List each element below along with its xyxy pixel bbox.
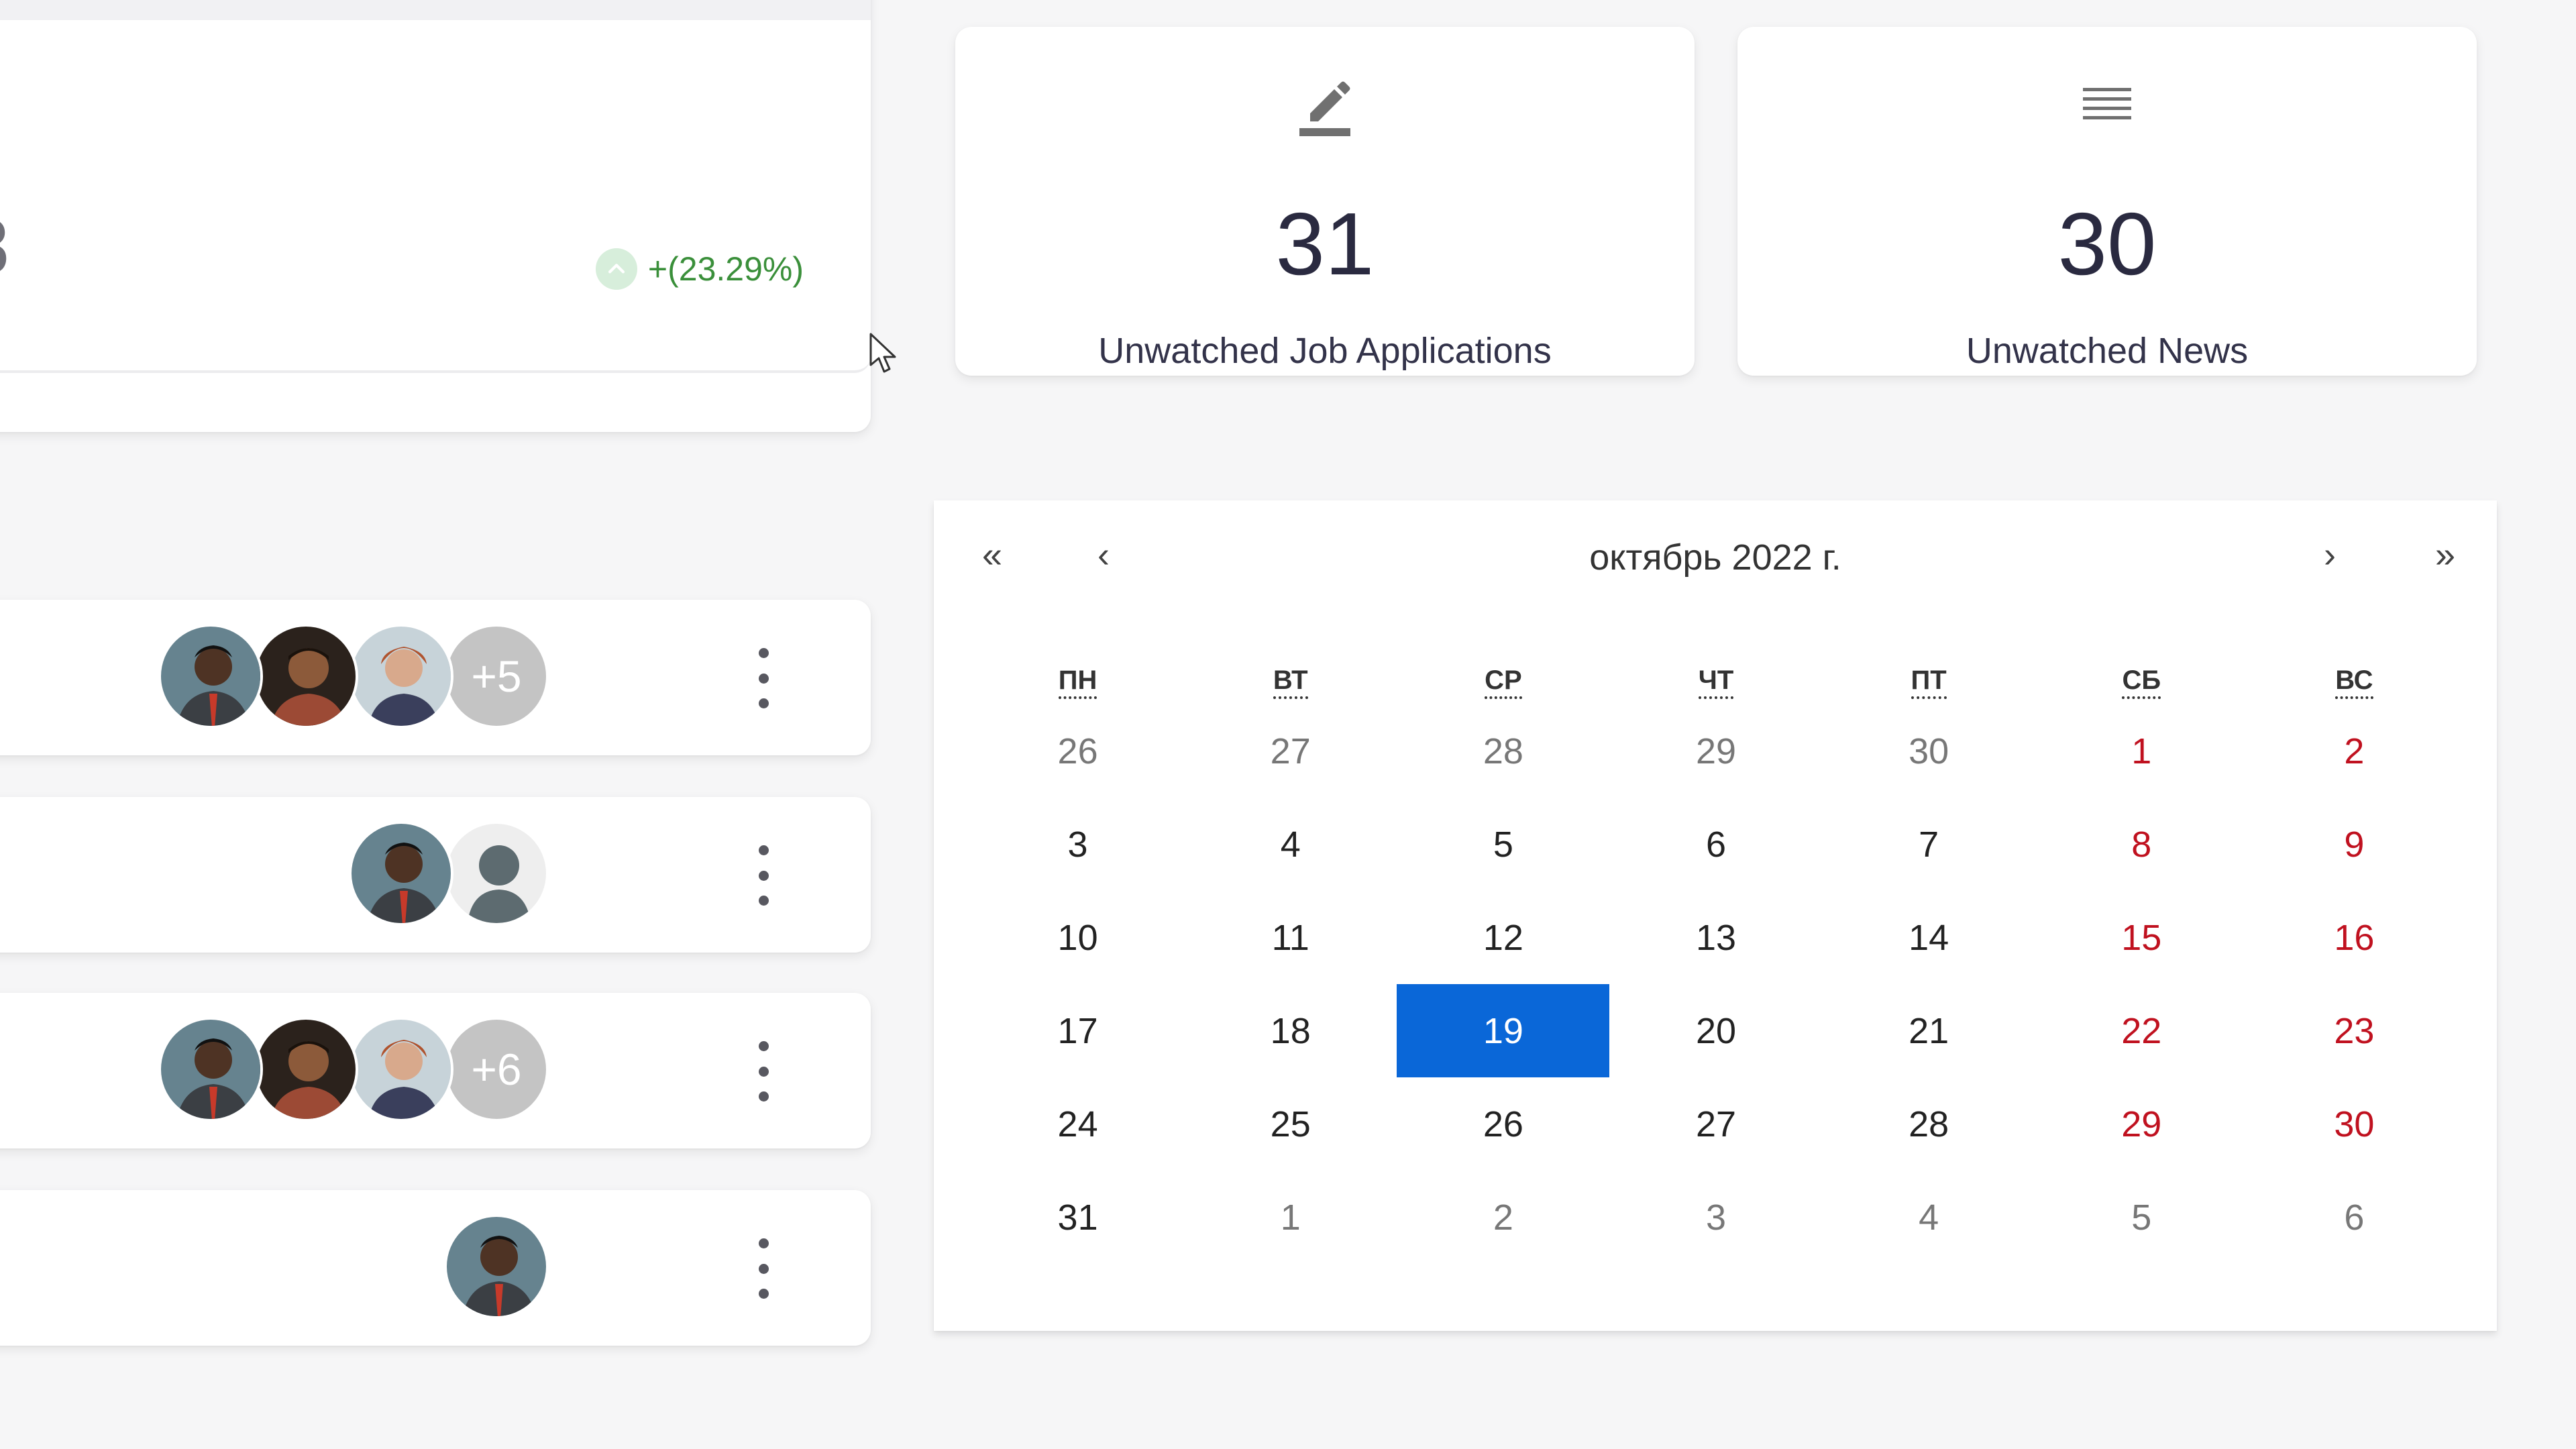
calendar-day[interactable]: 7 — [1823, 798, 2035, 891]
calendar-day[interactable]: 12 — [1397, 891, 1609, 984]
calendar-day[interactable]: 26 — [1397, 1077, 1609, 1171]
calendar-day[interactable]: 22 — [2035, 984, 2248, 1077]
weekday-wed: СР — [1397, 665, 1609, 699]
calendar-day[interactable]: 6 — [1609, 798, 1822, 891]
calendar-day[interactable]: 2 — [2248, 704, 2461, 798]
calendar-day[interactable]: 6 — [2248, 1171, 2461, 1264]
calendar-day[interactable]: 27 — [1609, 1077, 1822, 1171]
calendar-day[interactable]: 8 — [2035, 798, 2248, 891]
news-label: Unwatched News — [1966, 331, 2249, 371]
weekday-fri: ПТ — [1823, 665, 2035, 699]
weekday-sun: ВС — [2248, 665, 2461, 699]
calendar-day[interactable]: 29 — [1609, 704, 1822, 798]
calendar-day[interactable]: 3 — [971, 798, 1184, 891]
weekday-mon: ПН — [971, 665, 1184, 699]
calendar-day[interactable]: 1 — [2035, 704, 2248, 798]
more-options-button[interactable] — [743, 1041, 784, 1102]
avatar — [254, 1017, 358, 1122]
calendar-day[interactable]: 5 — [2035, 1171, 2248, 1264]
calendar-day[interactable]: 2 — [1397, 1171, 1609, 1264]
calendar-day[interactable]: 5 — [1397, 798, 1609, 891]
more-members-badge[interactable]: +5 — [444, 624, 549, 729]
calendar-day[interactable]: 4 — [1184, 798, 1397, 891]
calendar-day[interactable]: 23 — [2248, 984, 2461, 1077]
more-options-button[interactable] — [743, 845, 784, 906]
avatar — [349, 1017, 453, 1122]
next-month-button[interactable]: › — [2324, 534, 2336, 576]
calendar-day[interactable]: 20 — [1609, 984, 1822, 1077]
news-count: 30 — [2057, 195, 2157, 293]
calendar-day[interactable]: 28 — [1397, 704, 1609, 798]
calendar-day[interactable]: 4 — [1823, 1171, 2035, 1264]
chevron-up-icon — [595, 248, 637, 290]
avatar-stack[interactable] — [444, 1214, 549, 1319]
stats-card-body: 308 +(23.29%) — [0, 20, 871, 373]
group-row[interactable]: +6 — [0, 993, 871, 1148]
mouse-cursor-icon — [869, 333, 896, 373]
avatar — [444, 1214, 549, 1319]
avatar-stack[interactable]: +5 — [158, 624, 549, 729]
calendar-days-grid: 26 27 28 29 30 1 2 3 4 5 6 7 8 9 10 11 12 13 14 15 16 17 18 19 2… — [971, 704, 2461, 1264]
group-row[interactable] — [0, 797, 871, 953]
calendar-day[interactable]: 29 — [2035, 1077, 2248, 1171]
stats-card: 308 +(23.29%) — [0, 0, 871, 432]
stat-value: 308 — [0, 201, 9, 292]
calendar-day[interactable]: 27 — [1184, 704, 1397, 798]
calendar-day[interactable]: 26 — [971, 704, 1184, 798]
unwatched-news-card[interactable]: 30 Unwatched News — [1737, 27, 2477, 376]
list-icon — [2070, 68, 2144, 142]
calendar-weekdays: ПН ВТ СР ЧТ ПТ СБ ВС — [971, 665, 2461, 699]
more-options-button[interactable] — [743, 648, 784, 708]
avatar — [158, 624, 263, 729]
stat-change: +(23.29%) — [595, 248, 804, 290]
calendar-day[interactable]: 28 — [1823, 1077, 2035, 1171]
weekday-thu: ЧТ — [1609, 665, 1822, 699]
calendar-day-selected[interactable]: 19 — [1397, 984, 1610, 1077]
avatar-stack[interactable]: +6 — [158, 1017, 549, 1122]
calendar-day[interactable]: 13 — [1609, 891, 1822, 984]
calendar-day[interactable]: 30 — [2248, 1077, 2461, 1171]
calendar-day[interactable]: 11 — [1184, 891, 1397, 984]
stats-card-header-strip — [0, 0, 871, 20]
calendar-day[interactable]: 3 — [1609, 1171, 1822, 1264]
weekday-tue: ВТ — [1184, 665, 1397, 699]
calendar-day[interactable]: 31 — [971, 1171, 1184, 1264]
calendar-day[interactable]: 1 — [1184, 1171, 1397, 1264]
avatar-placeholder — [444, 821, 549, 926]
calendar-title[interactable]: октябрь 2022 г. — [934, 537, 2497, 578]
avatar — [349, 624, 453, 729]
avatar-stack[interactable] — [349, 821, 549, 926]
avatar — [349, 821, 453, 926]
calendar-day[interactable]: 17 — [971, 984, 1184, 1077]
edit-icon — [1288, 68, 1362, 142]
calendar-day[interactable]: 14 — [1823, 891, 2035, 984]
job-applications-label: Unwatched Job Applications — [1098, 331, 1552, 371]
calendar-day[interactable]: 15 — [2035, 891, 2248, 984]
avatar — [254, 624, 358, 729]
calendar-day[interactable]: 9 — [2248, 798, 2461, 891]
stat-change-text: +(23.29%) — [647, 250, 804, 288]
group-row[interactable] — [0, 1190, 871, 1346]
more-members-badge[interactable]: +6 — [444, 1017, 549, 1122]
job-applications-count: 31 — [1275, 195, 1375, 293]
calendar: « ‹ октябрь 2022 г. › » ПН ВТ СР ЧТ ПТ С… — [934, 500, 2497, 1331]
calendar-day[interactable]: 18 — [1184, 984, 1397, 1077]
next-year-button[interactable]: » — [2435, 534, 2455, 576]
calendar-day[interactable]: 10 — [971, 891, 1184, 984]
calendar-day[interactable]: 30 — [1823, 704, 2035, 798]
group-row[interactable]: +5 — [0, 600, 871, 755]
calendar-day[interactable]: 16 — [2248, 891, 2461, 984]
avatar — [158, 1017, 263, 1122]
calendar-day[interactable]: 24 — [971, 1077, 1184, 1171]
unwatched-job-applications-card[interactable]: 31 Unwatched Job Applications — [955, 27, 1695, 376]
calendar-day[interactable]: 25 — [1184, 1077, 1397, 1171]
calendar-day[interactable]: 21 — [1823, 984, 2035, 1077]
weekday-sat: СБ — [2035, 665, 2248, 699]
more-options-button[interactable] — [743, 1238, 784, 1299]
